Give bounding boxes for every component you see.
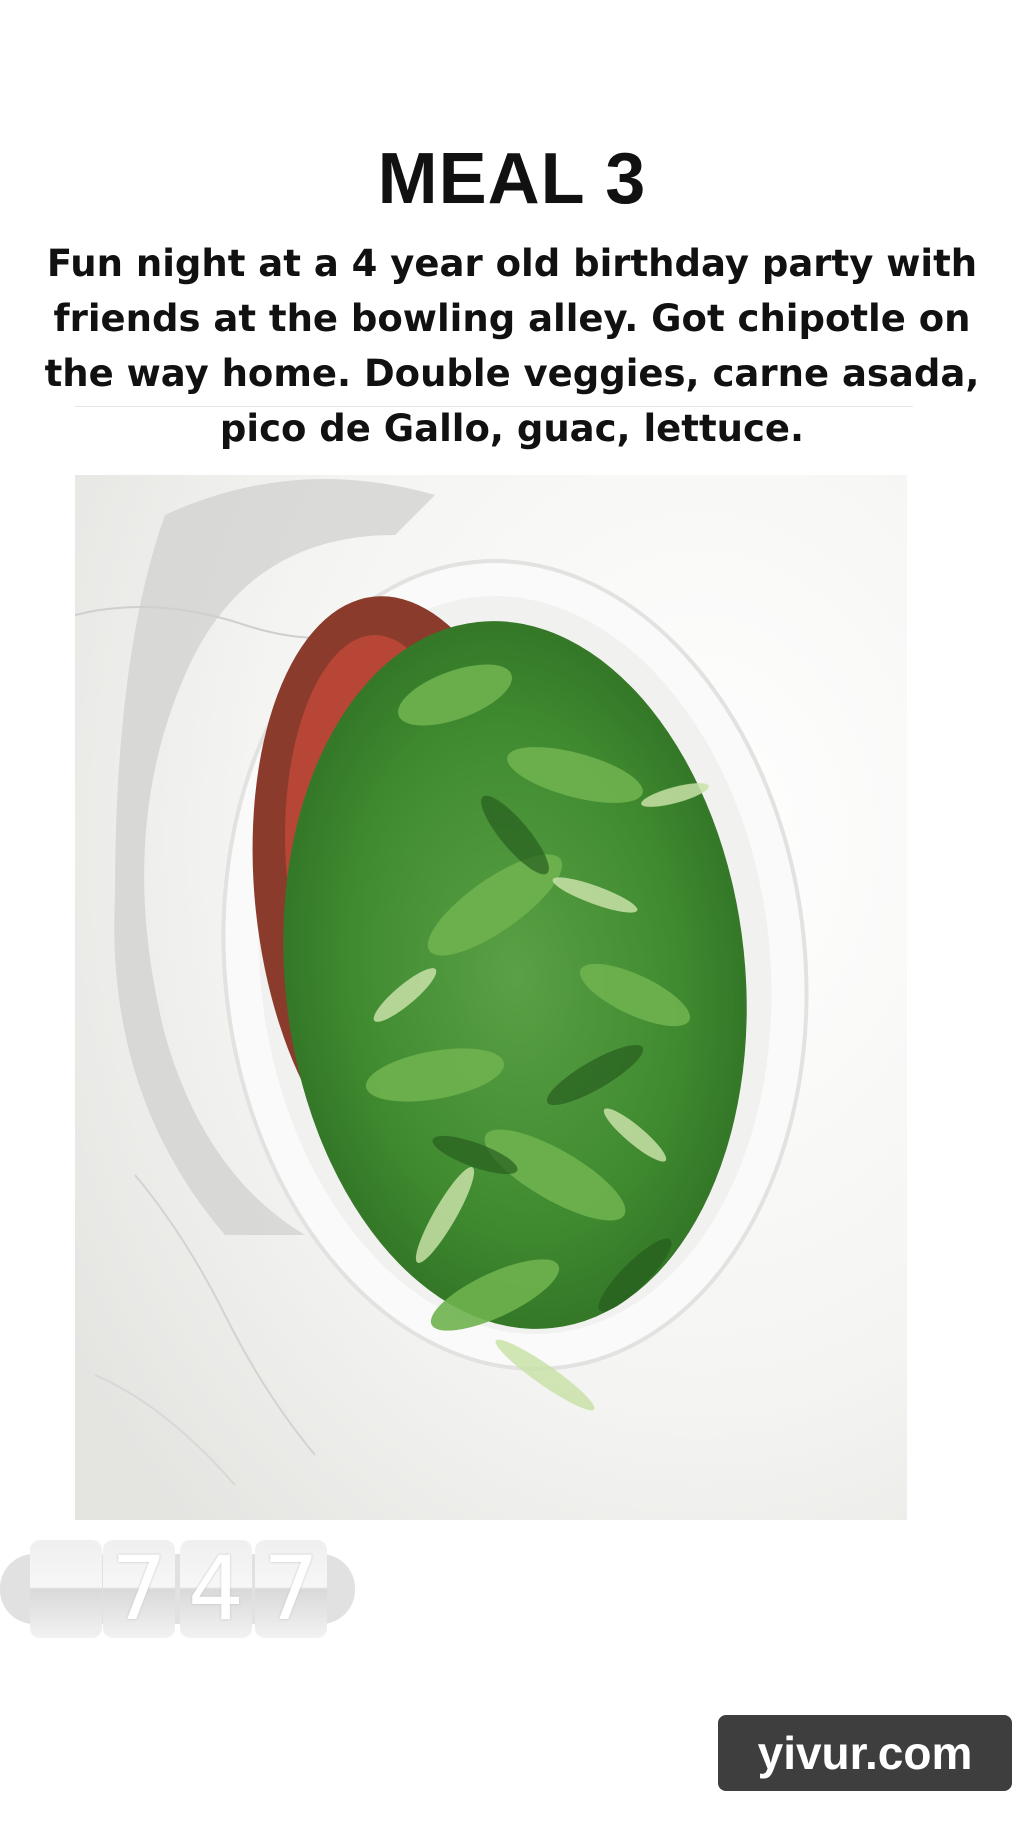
caption-line: friends at the bowling alley. Got chipot… — [53, 297, 971, 340]
page-title: MEAL 3 — [377, 139, 647, 219]
caption-line: Fun night at a 4 year old birthday party… — [46, 242, 978, 285]
caption-divider — [75, 406, 913, 407]
site-watermark: yivur.com — [718, 1715, 1012, 1791]
caption-line: pico de Gallo, guac, lettuce. — [219, 407, 805, 450]
meal-photo — [75, 475, 907, 1520]
counter-digit — [30, 1540, 102, 1638]
streak-counter: 7 4 7 — [0, 1540, 360, 1640]
counter-digit: 7 — [103, 1540, 175, 1638]
caption-line: the way home. Double veggies, carne asad… — [44, 352, 980, 395]
post-caption: Fun night at a 4 year old birthday party… — [40, 236, 984, 456]
counter-digit: 7 — [255, 1540, 327, 1638]
counter-digit: 4 — [180, 1540, 252, 1638]
